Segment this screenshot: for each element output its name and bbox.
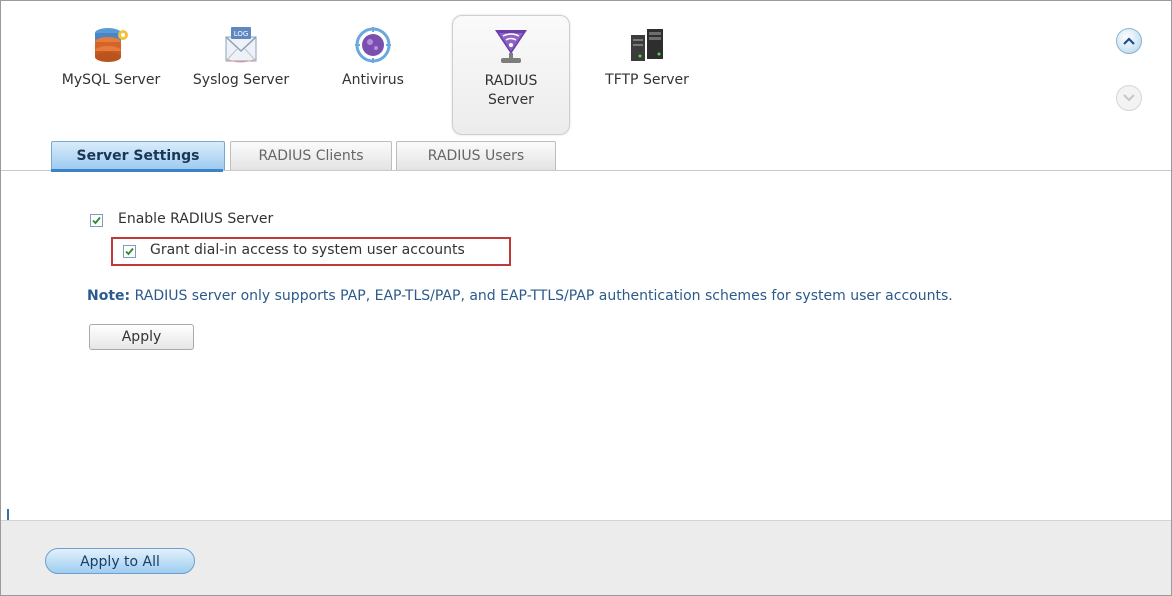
note-text: Note: RADIUS server only supports PAP, E…	[87, 288, 953, 304]
footer-bar: Apply to All	[1, 520, 1171, 595]
app-radius-server[interactable]: RADIUS Server	[452, 15, 570, 135]
app-mysql-server[interactable]: MySQL Server	[49, 15, 173, 133]
chevron-down-icon	[1123, 94, 1135, 102]
app-antivirus[interactable]: Antivirus	[319, 15, 427, 133]
apply-to-all-button[interactable]: Apply to All	[45, 548, 195, 574]
app-label: Syslog Server	[192, 72, 290, 88]
note-body: RADIUS server only supports PAP, EAP-TLS…	[130, 288, 953, 304]
checkmark-icon	[92, 216, 101, 225]
app-tftp-server[interactable]: TFTP Server	[589, 15, 705, 133]
tab-radius-clients[interactable]: RADIUS Clients	[230, 141, 392, 170]
app-label: TFTP Server	[605, 72, 689, 88]
scroll-down-button[interactable]	[1116, 85, 1142, 111]
enable-radius-checkbox[interactable]	[90, 214, 103, 227]
app-toolbar: MySQL Server LOG Syslog Server Antivirus	[1, 1, 1171, 146]
grant-dial-in-checkbox[interactable]	[123, 245, 136, 258]
tab-radius-users[interactable]: RADIUS Users	[396, 141, 556, 170]
scroll-up-button[interactable]	[1116, 28, 1142, 54]
radius-server-panel: MySQL Server LOG Syslog Server Antivirus	[0, 0, 1172, 596]
active-tab-indicator	[51, 169, 223, 172]
app-label: Antivirus	[342, 72, 404, 88]
tftp-server-icon	[631, 29, 663, 61]
app-label: RADIUS Server	[484, 73, 538, 108]
apply-button[interactable]: Apply	[89, 324, 194, 350]
antivirus-icon	[355, 27, 391, 63]
grant-dial-in-label: Grant dial-in access to system user acco…	[150, 242, 465, 258]
syslog-server-icon: LOG	[225, 27, 257, 63]
tab-server-settings[interactable]: Server Settings	[51, 141, 225, 170]
chevron-up-icon	[1123, 37, 1135, 45]
log-icon-text: LOG	[234, 30, 249, 38]
app-label: MySQL Server	[61, 72, 161, 88]
app-syslog-server[interactable]: LOG Syslog Server	[181, 15, 301, 133]
enable-radius-label: Enable RADIUS Server	[118, 211, 274, 227]
radius-server-icon	[495, 30, 527, 63]
checkmark-icon	[125, 247, 134, 256]
note-prefix: Note:	[87, 288, 131, 304]
mysql-server-icon	[95, 28, 128, 62]
